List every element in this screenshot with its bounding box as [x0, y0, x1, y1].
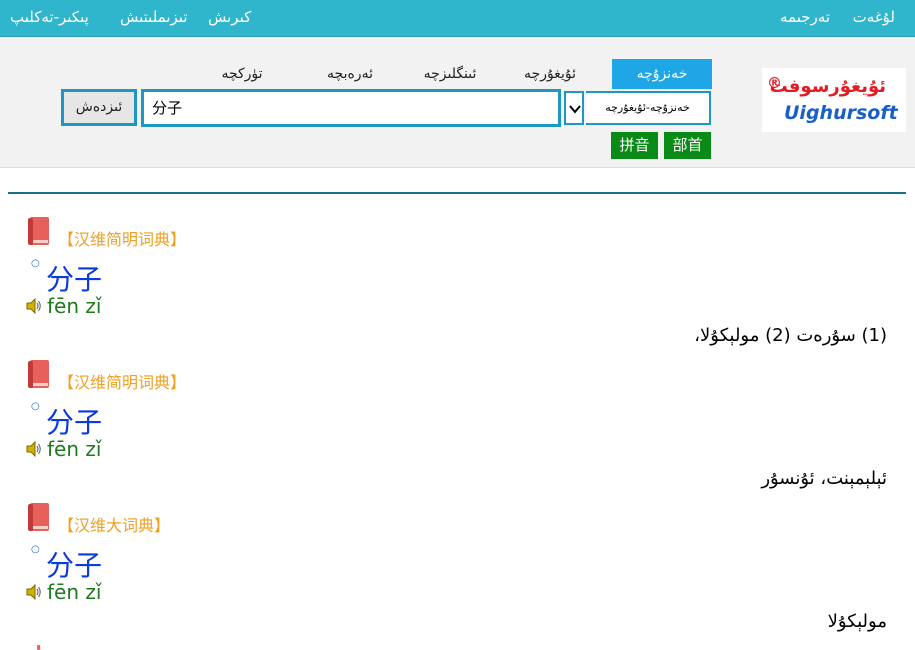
entry-word[interactable]: 分子: [46, 401, 102, 441]
speaker-icon[interactable]: [26, 298, 42, 314]
tab-turkish[interactable]: تۈركچە: [200, 59, 284, 89]
tab-uyghur[interactable]: ئۇيغۇرچە: [500, 59, 600, 89]
tab-arabic[interactable]: ئەرەبچە: [300, 59, 400, 89]
search-input[interactable]: 分子: [141, 89, 561, 127]
logo-english-text: Uighursoft: [784, 102, 898, 124]
book-icon: [28, 503, 49, 531]
bullet-icon: ○: [31, 544, 40, 555]
entry-meaning: ئېلېمېنت، ئۇنسۇر: [761, 468, 887, 489]
book-icon: [28, 217, 49, 245]
bullet-icon: ○: [31, 258, 40, 269]
logo-uyghur-text: ئۇيغۇرسوفت: [769, 76, 886, 97]
logo[interactable]: ® ئۇيغۇرسوفت Uighursoft: [762, 68, 906, 132]
nav-login[interactable]: كىرىش: [208, 8, 251, 26]
entry-word[interactable]: 分子: [46, 544, 102, 584]
entry-word[interactable]: 分子: [46, 258, 102, 298]
book-icon: [37, 645, 41, 650]
bushou-button[interactable]: 部首: [664, 132, 711, 159]
tab-english[interactable]: ئىنگلىزچە: [400, 59, 500, 89]
book-icon: [28, 360, 49, 388]
nav-translate[interactable]: تەرجىمە: [780, 8, 830, 26]
entry-source: 【汉维简明词典】: [58, 373, 187, 392]
nav-feedback[interactable]: پىكىر-تەكلىپ: [10, 8, 89, 26]
entry-pinyin: fēn zǐ: [47, 294, 102, 318]
speaker-icon[interactable]: [26, 584, 42, 600]
entry-source: 【汉维简明词典】: [58, 230, 187, 249]
nav-register[interactable]: تىزىملىتىش: [120, 8, 188, 26]
entry-pinyin: fēn zǐ: [47, 580, 102, 604]
chevron-down-icon: [569, 105, 581, 114]
entry-pinyin: fēn zǐ: [47, 437, 102, 461]
top-bar: لۇغەت تەرجىمە پىكىر-تەكلىپ تىزىملىتىش كى…: [0, 0, 915, 37]
entry-meaning: (1) سۇرەت (2) مولېكۇلا،: [694, 325, 887, 346]
nav-dictionary[interactable]: لۇغەت: [853, 8, 895, 26]
divider: [8, 192, 906, 194]
speaker-icon[interactable]: [26, 441, 42, 457]
language-select[interactable]: خەنزۇچە-ئۇيغۇرچە: [586, 91, 711, 125]
entry-meaning: مولېكۇلا: [827, 611, 887, 632]
entry-source: 【汉维大词典】: [58, 516, 171, 535]
search-button[interactable]: ئىزدەش: [61, 89, 137, 126]
tab-chinese[interactable]: خەنزۇچە: [612, 59, 712, 89]
language-select-toggle[interactable]: [564, 91, 584, 125]
bullet-icon: ○: [31, 401, 40, 412]
pinyin-button[interactable]: 拼音: [611, 132, 658, 159]
